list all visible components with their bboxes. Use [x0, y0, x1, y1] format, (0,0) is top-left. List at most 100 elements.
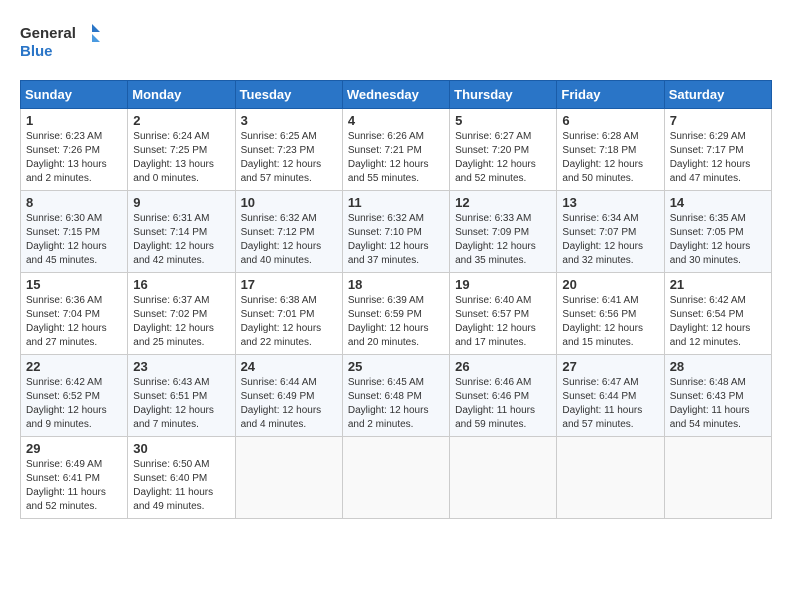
- svg-text:Blue: Blue: [20, 43, 53, 60]
- calendar-day-cell: 22Sunrise: 6:42 AM Sunset: 6:52 PM Dayli…: [21, 355, 128, 437]
- day-number: 26: [455, 359, 551, 374]
- day-number: 24: [241, 359, 337, 374]
- day-number: 1: [26, 113, 122, 128]
- weekday-header: Friday: [557, 81, 664, 109]
- calendar-week-row: 1 Sunrise: 6:23 AM Sunset: 7:26 PM Daylig…: [21, 109, 772, 191]
- calendar-day-cell: [664, 437, 771, 519]
- day-info: Sunrise: 6:28 AM Sunset: 7:18 PM Dayligh…: [562, 130, 658, 186]
- day-info: Sunrise: 6:34 AM Sunset: 7:07 PM Dayligh…: [562, 212, 658, 268]
- calendar-day-cell: 1 Sunrise: 6:23 AM Sunset: 7:26 PM Daylig…: [21, 109, 128, 191]
- day-info: Sunrise: 6:36 AM Sunset: 7:04 PM Dayligh…: [26, 294, 122, 350]
- day-number: 19: [455, 277, 551, 292]
- day-info: Sunrise: 6:45 AM Sunset: 6:48 PM Dayligh…: [348, 376, 444, 432]
- day-number: 9: [133, 195, 229, 210]
- day-info: Sunrise: 6:31 AM Sunset: 7:14 PM Dayligh…: [133, 212, 229, 268]
- calendar-day-cell: 30 Sunrise: 6:50 AM Sunset: 6:40 PM Dayli…: [128, 437, 235, 519]
- calendar-day-cell: [235, 437, 342, 519]
- weekday-header: Sunday: [21, 81, 128, 109]
- day-info: Sunrise: 6:35 AM Sunset: 7:05 PM Dayligh…: [670, 212, 766, 268]
- day-number: 14: [670, 195, 766, 210]
- day-number: 15: [26, 277, 122, 292]
- calendar-week-row: 8 Sunrise: 6:30 AM Sunset: 7:15 PM Daylig…: [21, 191, 772, 273]
- calendar-day-cell: 28 Sunrise: 6:48 AM Sunset: 6:43 PM Dayli…: [664, 355, 771, 437]
- calendar-day-cell: 29Sunrise: 6:49 AM Sunset: 6:41 PM Dayli…: [21, 437, 128, 519]
- calendar-day-cell: 6Sunrise: 6:28 AM Sunset: 7:18 PM Daylig…: [557, 109, 664, 191]
- day-info: Sunrise: 6:32 AM Sunset: 7:10 PM Dayligh…: [348, 212, 444, 268]
- weekday-header: Monday: [128, 81, 235, 109]
- day-info: Sunrise: 6:23 AM Sunset: 7:26 PM Dayligh…: [26, 130, 122, 186]
- calendar-day-cell: 8 Sunrise: 6:30 AM Sunset: 7:15 PM Daylig…: [21, 191, 128, 273]
- day-info: Sunrise: 6:43 AM Sunset: 6:51 PM Dayligh…: [133, 376, 229, 432]
- day-info: Sunrise: 6:48 AM Sunset: 6:43 PM Dayligh…: [670, 376, 766, 432]
- weekday-header: Saturday: [664, 81, 771, 109]
- day-number: 2: [133, 113, 229, 128]
- calendar-table: SundayMondayTuesdayWednesdayThursdayFrid…: [20, 80, 772, 519]
- day-number: 7: [670, 113, 766, 128]
- calendar-week-row: 15 Sunrise: 6:36 AM Sunset: 7:04 PM Dayli…: [21, 273, 772, 355]
- day-info: Sunrise: 6:50 AM Sunset: 6:40 PM Dayligh…: [133, 458, 229, 514]
- calendar-day-cell: 21 Sunrise: 6:42 AM Sunset: 6:54 PM Dayli…: [664, 273, 771, 355]
- calendar-day-cell: 13Sunrise: 6:34 AM Sunset: 7:07 PM Dayli…: [557, 191, 664, 273]
- calendar-week-row: 22Sunrise: 6:42 AM Sunset: 6:52 PM Dayli…: [21, 355, 772, 437]
- day-info: Sunrise: 6:33 AM Sunset: 7:09 PM Dayligh…: [455, 212, 551, 268]
- calendar-day-cell: 27 Sunrise: 6:47 AM Sunset: 6:44 PM Dayli…: [557, 355, 664, 437]
- day-number: 16: [133, 277, 229, 292]
- day-number: 22: [26, 359, 122, 374]
- weekday-header: Thursday: [450, 81, 557, 109]
- calendar-day-cell: 20 Sunrise: 6:41 AM Sunset: 6:56 PM Dayli…: [557, 273, 664, 355]
- calendar-day-cell: 7 Sunrise: 6:29 AM Sunset: 7:17 PM Daylig…: [664, 109, 771, 191]
- calendar-day-cell: 19Sunrise: 6:40 AM Sunset: 6:57 PM Dayli…: [450, 273, 557, 355]
- day-number: 4: [348, 113, 444, 128]
- calendar-day-cell: 11 Sunrise: 6:32 AM Sunset: 7:10 PM Dayli…: [342, 191, 449, 273]
- calendar-day-cell: 4 Sunrise: 6:26 AM Sunset: 7:21 PM Daylig…: [342, 109, 449, 191]
- calendar-day-cell: 26 Sunrise: 6:46 AM Sunset: 6:46 PM Dayli…: [450, 355, 557, 437]
- day-number: 8: [26, 195, 122, 210]
- calendar-day-cell: [557, 437, 664, 519]
- calendar-day-cell: [342, 437, 449, 519]
- day-number: 17: [241, 277, 337, 292]
- page-header: General Blue: [20, 20, 772, 64]
- logo-svg: General Blue: [20, 20, 100, 64]
- logo: General Blue: [20, 20, 100, 64]
- calendar-day-cell: [450, 437, 557, 519]
- calendar-day-cell: 17 Sunrise: 6:38 AM Sunset: 7:01 PM Dayli…: [235, 273, 342, 355]
- day-number: 23: [133, 359, 229, 374]
- day-number: 27: [562, 359, 658, 374]
- calendar-day-cell: 12Sunrise: 6:33 AM Sunset: 7:09 PM Dayli…: [450, 191, 557, 273]
- day-info: Sunrise: 6:42 AM Sunset: 6:54 PM Dayligh…: [670, 294, 766, 350]
- day-info: Sunrise: 6:29 AM Sunset: 7:17 PM Dayligh…: [670, 130, 766, 186]
- day-number: 3: [241, 113, 337, 128]
- calendar-day-cell: 25 Sunrise: 6:45 AM Sunset: 6:48 PM Dayli…: [342, 355, 449, 437]
- svg-text:General: General: [20, 25, 76, 42]
- day-info: Sunrise: 6:41 AM Sunset: 6:56 PM Dayligh…: [562, 294, 658, 350]
- calendar-day-cell: 18Sunrise: 6:39 AM Sunset: 6:59 PM Dayli…: [342, 273, 449, 355]
- day-info: Sunrise: 6:25 AM Sunset: 7:23 PM Dayligh…: [241, 130, 337, 186]
- weekday-header: Tuesday: [235, 81, 342, 109]
- day-number: 28: [670, 359, 766, 374]
- calendar-day-cell: 24 Sunrise: 6:44 AM Sunset: 6:49 PM Dayli…: [235, 355, 342, 437]
- day-info: Sunrise: 6:24 AM Sunset: 7:25 PM Dayligh…: [133, 130, 229, 186]
- calendar-week-row: 29Sunrise: 6:49 AM Sunset: 6:41 PM Dayli…: [21, 437, 772, 519]
- day-number: 21: [670, 277, 766, 292]
- calendar-day-cell: 3 Sunrise: 6:25 AM Sunset: 7:23 PM Daylig…: [235, 109, 342, 191]
- day-info: Sunrise: 6:44 AM Sunset: 6:49 PM Dayligh…: [241, 376, 337, 432]
- day-info: Sunrise: 6:38 AM Sunset: 7:01 PM Dayligh…: [241, 294, 337, 350]
- day-info: Sunrise: 6:46 AM Sunset: 6:46 PM Dayligh…: [455, 376, 551, 432]
- calendar-header: SundayMondayTuesdayWednesdayThursdayFrid…: [21, 81, 772, 109]
- day-info: Sunrise: 6:49 AM Sunset: 6:41 PM Dayligh…: [26, 458, 122, 514]
- calendar-day-cell: 10Sunrise: 6:32 AM Sunset: 7:12 PM Dayli…: [235, 191, 342, 273]
- day-info: Sunrise: 6:47 AM Sunset: 6:44 PM Dayligh…: [562, 376, 658, 432]
- day-number: 30: [133, 441, 229, 456]
- calendar-day-cell: 16 Sunrise: 6:37 AM Sunset: 7:02 PM Dayli…: [128, 273, 235, 355]
- day-number: 20: [562, 277, 658, 292]
- calendar-day-cell: 9 Sunrise: 6:31 AM Sunset: 7:14 PM Daylig…: [128, 191, 235, 273]
- calendar-day-cell: 2 Sunrise: 6:24 AM Sunset: 7:25 PM Daylig…: [128, 109, 235, 191]
- day-number: 25: [348, 359, 444, 374]
- day-info: Sunrise: 6:32 AM Sunset: 7:12 PM Dayligh…: [241, 212, 337, 268]
- calendar-day-cell: 5Sunrise: 6:27 AM Sunset: 7:20 PM Daylig…: [450, 109, 557, 191]
- day-info: Sunrise: 6:37 AM Sunset: 7:02 PM Dayligh…: [133, 294, 229, 350]
- day-info: Sunrise: 6:30 AM Sunset: 7:15 PM Dayligh…: [26, 212, 122, 268]
- calendar-day-cell: 23 Sunrise: 6:43 AM Sunset: 6:51 PM Dayli…: [128, 355, 235, 437]
- day-info: Sunrise: 6:26 AM Sunset: 7:21 PM Dayligh…: [348, 130, 444, 186]
- day-number: 11: [348, 195, 444, 210]
